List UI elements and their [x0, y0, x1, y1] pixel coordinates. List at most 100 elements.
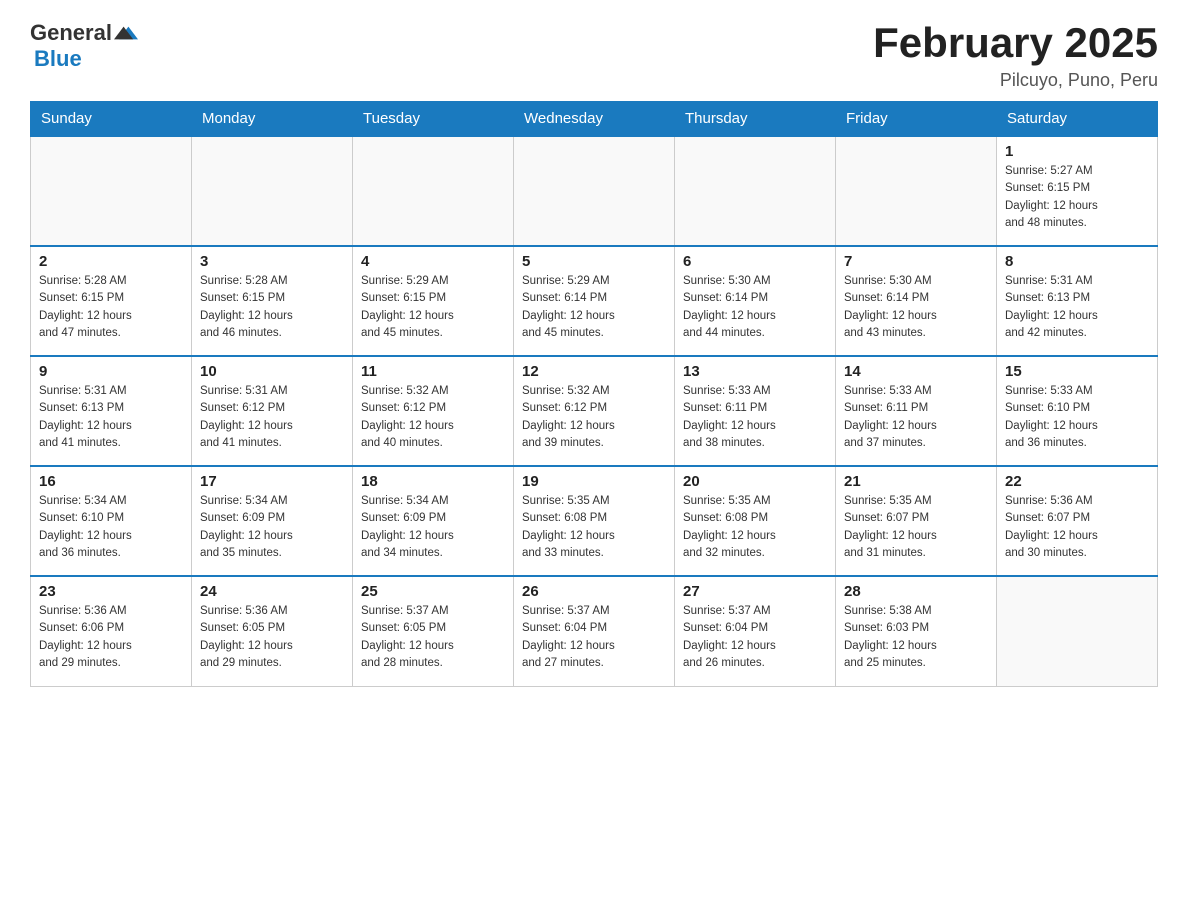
day-info: Sunrise: 5:30 AMSunset: 6:14 PMDaylight:… — [683, 273, 827, 342]
day-info: Sunrise: 5:31 AMSunset: 6:13 PMDaylight:… — [39, 383, 183, 452]
calendar-cell: 12 Sunrise: 5:32 AMSunset: 6:12 PMDayligh… — [514, 356, 675, 466]
day-info: Sunrise: 5:35 AMSunset: 6:07 PMDaylight:… — [844, 493, 988, 562]
calendar-cell: 26 Sunrise: 5:37 AMSunset: 6:04 PMDayligh… — [514, 576, 675, 686]
calendar-week-row: 9 Sunrise: 5:31 AMSunset: 6:13 PMDaylight… — [31, 356, 1158, 466]
calendar-cell — [514, 136, 675, 246]
calendar-cell: 16Sunrise: 5:34 AMSunset: 6:10 PMDayligh… — [31, 466, 192, 576]
day-number: 9 — [39, 363, 183, 380]
calendar-cell: 23 Sunrise: 5:36 AMSunset: 6:06 PMDayligh… — [31, 576, 192, 686]
day-info: Sunrise: 5:37 AMSunset: 6:04 PMDaylight:… — [683, 603, 827, 672]
title-block: February 2025 Pilcuyo, Puno, Peru — [873, 20, 1158, 91]
calendar-cell: 27 Sunrise: 5:37 AMSunset: 6:04 PMDayligh… — [675, 576, 836, 686]
weekday-header-saturday: Saturday — [997, 102, 1158, 137]
day-info: Sunrise: 5:28 AMSunset: 6:15 PMDaylight:… — [39, 273, 183, 342]
calendar-cell: 28 Sunrise: 5:38 AMSunset: 6:03 PMDayligh… — [836, 576, 997, 686]
calendar-week-row: 16Sunrise: 5:34 AMSunset: 6:10 PMDayligh… — [31, 466, 1158, 576]
day-number: 5 — [522, 253, 666, 270]
day-number: 15 — [1005, 363, 1149, 380]
calendar-cell — [997, 576, 1158, 686]
day-number: 2 — [39, 253, 183, 270]
calendar-cell — [192, 136, 353, 246]
day-number: 1 — [1005, 143, 1149, 160]
weekday-header-monday: Monday — [192, 102, 353, 137]
calendar-week-row: 1 Sunrise: 5:27 AMSunset: 6:15 PMDaylight… — [31, 136, 1158, 246]
calendar-cell: 19 Sunrise: 5:35 AMSunset: 6:08 PMDayligh… — [514, 466, 675, 576]
calendar-cell — [31, 136, 192, 246]
day-info: Sunrise: 5:35 AMSunset: 6:08 PMDaylight:… — [683, 493, 827, 562]
day-number: 13 — [683, 363, 827, 380]
calendar-cell: 15 Sunrise: 5:33 AMSunset: 6:10 PMDayligh… — [997, 356, 1158, 466]
calendar-cell: 1 Sunrise: 5:27 AMSunset: 6:15 PMDaylight… — [997, 136, 1158, 246]
day-number: 23 — [39, 583, 183, 600]
calendar-cell — [836, 136, 997, 246]
calendar-cell: 11Sunrise: 5:32 AMSunset: 6:12 PMDayligh… — [353, 356, 514, 466]
month-title: February 2025 — [873, 20, 1158, 66]
day-number: 11 — [361, 363, 505, 380]
day-info: Sunrise: 5:33 AMSunset: 6:11 PMDaylight:… — [683, 383, 827, 452]
calendar-cell: 10 Sunrise: 5:31 AMSunset: 6:12 PMDayligh… — [192, 356, 353, 466]
calendar-cell: 4 Sunrise: 5:29 AMSunset: 6:15 PMDaylight… — [353, 246, 514, 356]
day-number: 28 — [844, 583, 988, 600]
calendar-cell: 8Sunrise: 5:31 AMSunset: 6:13 PMDaylight… — [997, 246, 1158, 356]
day-number: 24 — [200, 583, 344, 600]
day-number: 21 — [844, 473, 988, 490]
calendar-cell: 20 Sunrise: 5:35 AMSunset: 6:08 PMDayligh… — [675, 466, 836, 576]
day-number: 19 — [522, 473, 666, 490]
page-header: General Blue February 2025 Pilcuyo, Puno… — [30, 20, 1158, 91]
day-info: Sunrise: 5:31 AMSunset: 6:13 PMDaylight:… — [1005, 273, 1149, 342]
day-info: Sunrise: 5:32 AMSunset: 6:12 PMDaylight:… — [522, 383, 666, 452]
day-info: Sunrise: 5:37 AMSunset: 6:05 PMDaylight:… — [361, 603, 505, 672]
day-number: 27 — [683, 583, 827, 600]
day-number: 22 — [1005, 473, 1149, 490]
location: Pilcuyo, Puno, Peru — [873, 70, 1158, 91]
day-number: 25 — [361, 583, 505, 600]
day-info: Sunrise: 5:35 AMSunset: 6:08 PMDaylight:… — [522, 493, 666, 562]
weekday-header-thursday: Thursday — [675, 102, 836, 137]
day-info: Sunrise: 5:30 AMSunset: 6:14 PMDaylight:… — [844, 273, 988, 342]
day-number: 20 — [683, 473, 827, 490]
day-info: Sunrise: 5:38 AMSunset: 6:03 PMDaylight:… — [844, 603, 988, 672]
logo-icon — [114, 21, 138, 45]
day-info: Sunrise: 5:36 AMSunset: 6:07 PMDaylight:… — [1005, 493, 1149, 562]
calendar-cell: 25 Sunrise: 5:37 AMSunset: 6:05 PMDayligh… — [353, 576, 514, 686]
logo-blue: Blue — [34, 46, 82, 72]
calendar-header-row: SundayMondayTuesdayWednesdayThursdayFrid… — [31, 102, 1158, 137]
day-info: Sunrise: 5:27 AMSunset: 6:15 PMDaylight:… — [1005, 163, 1149, 232]
calendar-cell: 5 Sunrise: 5:29 AMSunset: 6:14 PMDaylight… — [514, 246, 675, 356]
day-info: Sunrise: 5:34 AMSunset: 6:09 PMDaylight:… — [361, 493, 505, 562]
weekday-header-friday: Friday — [836, 102, 997, 137]
day-info: Sunrise: 5:36 AMSunset: 6:06 PMDaylight:… — [39, 603, 183, 672]
calendar-cell: 9 Sunrise: 5:31 AMSunset: 6:13 PMDaylight… — [31, 356, 192, 466]
calendar-cell: 2 Sunrise: 5:28 AMSunset: 6:15 PMDaylight… — [31, 246, 192, 356]
day-number: 12 — [522, 363, 666, 380]
calendar-cell — [353, 136, 514, 246]
logo: General Blue — [30, 20, 138, 72]
weekday-header-sunday: Sunday — [31, 102, 192, 137]
day-info: Sunrise: 5:28 AMSunset: 6:15 PMDaylight:… — [200, 273, 344, 342]
calendar-cell: 24 Sunrise: 5:36 AMSunset: 6:05 PMDayligh… — [192, 576, 353, 686]
day-info: Sunrise: 5:33 AMSunset: 6:10 PMDaylight:… — [1005, 383, 1149, 452]
day-number: 10 — [200, 363, 344, 380]
day-number: 26 — [522, 583, 666, 600]
day-info: Sunrise: 5:37 AMSunset: 6:04 PMDaylight:… — [522, 603, 666, 672]
day-number: 7 — [844, 253, 988, 270]
day-info: Sunrise: 5:34 AMSunset: 6:10 PMDaylight:… — [39, 493, 183, 562]
day-info: Sunrise: 5:33 AMSunset: 6:11 PMDaylight:… — [844, 383, 988, 452]
logo-general: General — [30, 20, 112, 46]
calendar-cell: 21 Sunrise: 5:35 AMSunset: 6:07 PMDayligh… — [836, 466, 997, 576]
day-info: Sunrise: 5:34 AMSunset: 6:09 PMDaylight:… — [200, 493, 344, 562]
calendar-week-row: 2 Sunrise: 5:28 AMSunset: 6:15 PMDaylight… — [31, 246, 1158, 356]
day-info: Sunrise: 5:36 AMSunset: 6:05 PMDaylight:… — [200, 603, 344, 672]
calendar-cell: 6 Sunrise: 5:30 AMSunset: 6:14 PMDaylight… — [675, 246, 836, 356]
calendar-cell: 7 Sunrise: 5:30 AMSunset: 6:14 PMDaylight… — [836, 246, 997, 356]
calendar-cell — [675, 136, 836, 246]
calendar-cell: 22 Sunrise: 5:36 AMSunset: 6:07 PMDayligh… — [997, 466, 1158, 576]
day-info: Sunrise: 5:29 AMSunset: 6:14 PMDaylight:… — [522, 273, 666, 342]
day-info: Sunrise: 5:31 AMSunset: 6:12 PMDaylight:… — [200, 383, 344, 452]
weekday-header-wednesday: Wednesday — [514, 102, 675, 137]
calendar-week-row: 23 Sunrise: 5:36 AMSunset: 6:06 PMDayligh… — [31, 576, 1158, 686]
day-number: 3 — [200, 253, 344, 270]
day-info: Sunrise: 5:29 AMSunset: 6:15 PMDaylight:… — [361, 273, 505, 342]
day-number: 4 — [361, 253, 505, 270]
day-number: 6 — [683, 253, 827, 270]
